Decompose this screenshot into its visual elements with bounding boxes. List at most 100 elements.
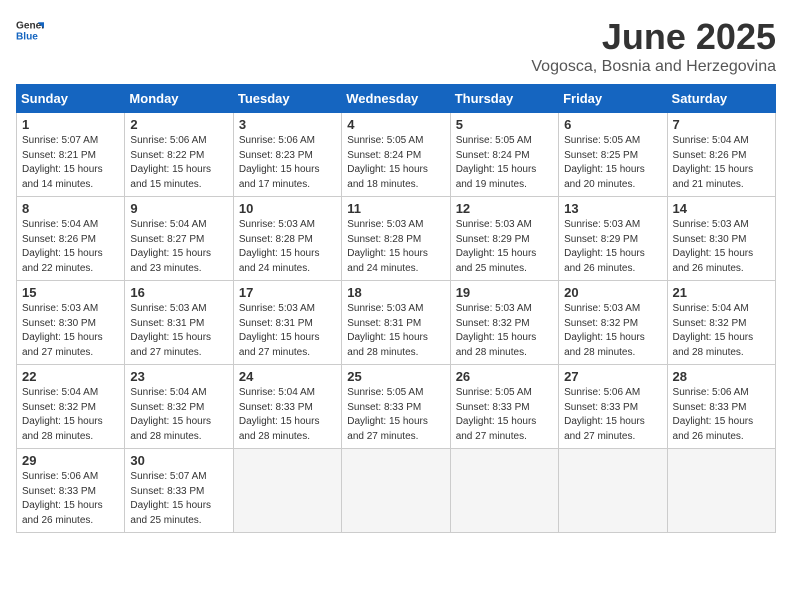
day-number: 21: [673, 285, 770, 300]
day-info: Sunrise: 5:04 AM Sunset: 8:27 PM Dayligh…: [130, 218, 227, 276]
day-info: Sunrise: 5:06 AM Sunset: 8:33 PM Dayligh…: [22, 470, 119, 528]
calendar-cell: 28 Sunrise: 5:06 AM Sunset: 8:33 PM Dayl…: [667, 365, 775, 449]
calendar-cell: 23 Sunrise: 5:04 AM Sunset: 8:32 PM Dayl…: [125, 365, 233, 449]
day-number: 26: [456, 369, 553, 384]
calendar-cell: 9 Sunrise: 5:04 AM Sunset: 8:27 PM Dayli…: [125, 197, 233, 281]
calendar-cell: 3 Sunrise: 5:06 AM Sunset: 8:23 PM Dayli…: [233, 113, 341, 197]
day-number: 1: [22, 117, 119, 132]
calendar-cell: 30 Sunrise: 5:07 AM Sunset: 8:33 PM Dayl…: [125, 449, 233, 533]
day-info: Sunrise: 5:05 AM Sunset: 8:24 PM Dayligh…: [456, 134, 553, 192]
day-info: Sunrise: 5:03 AM Sunset: 8:30 PM Dayligh…: [22, 302, 119, 360]
day-info: Sunrise: 5:04 AM Sunset: 8:26 PM Dayligh…: [22, 218, 119, 276]
day-info: Sunrise: 5:06 AM Sunset: 8:33 PM Dayligh…: [673, 386, 770, 444]
weekday-header-sunday: Sunday: [17, 85, 125, 113]
calendar-cell: 18 Sunrise: 5:03 AM Sunset: 8:31 PM Dayl…: [342, 281, 450, 365]
calendar-cell: 15 Sunrise: 5:03 AM Sunset: 8:30 PM Dayl…: [17, 281, 125, 365]
calendar-cell: 16 Sunrise: 5:03 AM Sunset: 8:31 PM Dayl…: [125, 281, 233, 365]
day-number: 17: [239, 285, 336, 300]
calendar-cell: 21 Sunrise: 5:04 AM Sunset: 8:32 PM Dayl…: [667, 281, 775, 365]
day-info: Sunrise: 5:03 AM Sunset: 8:28 PM Dayligh…: [239, 218, 336, 276]
calendar-week-row: 8 Sunrise: 5:04 AM Sunset: 8:26 PM Dayli…: [17, 197, 776, 281]
day-number: 28: [673, 369, 770, 384]
day-info: Sunrise: 5:04 AM Sunset: 8:32 PM Dayligh…: [22, 386, 119, 444]
calendar-cell: [667, 449, 775, 533]
day-number: 8: [22, 201, 119, 216]
calendar-cell: [342, 449, 450, 533]
day-number: 7: [673, 117, 770, 132]
calendar-cell: 24 Sunrise: 5:04 AM Sunset: 8:33 PM Dayl…: [233, 365, 341, 449]
calendar-cell: 20 Sunrise: 5:03 AM Sunset: 8:32 PM Dayl…: [559, 281, 667, 365]
day-info: Sunrise: 5:04 AM Sunset: 8:32 PM Dayligh…: [130, 386, 227, 444]
calendar-week-row: 15 Sunrise: 5:03 AM Sunset: 8:30 PM Dayl…: [17, 281, 776, 365]
calendar-cell: 5 Sunrise: 5:05 AM Sunset: 8:24 PM Dayli…: [450, 113, 558, 197]
day-info: Sunrise: 5:04 AM Sunset: 8:33 PM Dayligh…: [239, 386, 336, 444]
day-number: 2: [130, 117, 227, 132]
calendar-cell: [233, 449, 341, 533]
day-number: 3: [239, 117, 336, 132]
day-number: 15: [22, 285, 119, 300]
weekday-header-thursday: Thursday: [450, 85, 558, 113]
svg-text:Blue: Blue: [16, 31, 38, 42]
day-number: 18: [347, 285, 444, 300]
calendar-cell: 11 Sunrise: 5:03 AM Sunset: 8:28 PM Dayl…: [342, 197, 450, 281]
calendar-cell: 26 Sunrise: 5:05 AM Sunset: 8:33 PM Dayl…: [450, 365, 558, 449]
title-area: June 2025 Vogosca, Bosnia and Herzegovin…: [531, 16, 776, 76]
svg-text:General: General: [16, 20, 44, 31]
day-number: 20: [564, 285, 661, 300]
day-number: 22: [22, 369, 119, 384]
calendar-cell: 10 Sunrise: 5:03 AM Sunset: 8:28 PM Dayl…: [233, 197, 341, 281]
day-info: Sunrise: 5:05 AM Sunset: 8:33 PM Dayligh…: [456, 386, 553, 444]
day-info: Sunrise: 5:03 AM Sunset: 8:29 PM Dayligh…: [456, 218, 553, 276]
calendar-week-row: 29 Sunrise: 5:06 AM Sunset: 8:33 PM Dayl…: [17, 449, 776, 533]
weekday-header-monday: Monday: [125, 85, 233, 113]
weekday-header-tuesday: Tuesday: [233, 85, 341, 113]
header: General Blue June 2025 Vogosca, Bosnia a…: [16, 16, 776, 76]
day-info: Sunrise: 5:03 AM Sunset: 8:32 PM Dayligh…: [564, 302, 661, 360]
calendar-cell: 14 Sunrise: 5:03 AM Sunset: 8:30 PM Dayl…: [667, 197, 775, 281]
calendar-cell: 13 Sunrise: 5:03 AM Sunset: 8:29 PM Dayl…: [559, 197, 667, 281]
day-info: Sunrise: 5:06 AM Sunset: 8:23 PM Dayligh…: [239, 134, 336, 192]
day-number: 30: [130, 453, 227, 468]
weekday-header-wednesday: Wednesday: [342, 85, 450, 113]
month-title: June 2025: [531, 16, 776, 58]
day-number: 16: [130, 285, 227, 300]
day-info: Sunrise: 5:06 AM Sunset: 8:33 PM Dayligh…: [564, 386, 661, 444]
day-info: Sunrise: 5:05 AM Sunset: 8:24 PM Dayligh…: [347, 134, 444, 192]
calendar-cell: 19 Sunrise: 5:03 AM Sunset: 8:32 PM Dayl…: [450, 281, 558, 365]
day-info: Sunrise: 5:05 AM Sunset: 8:33 PM Dayligh…: [347, 386, 444, 444]
day-info: Sunrise: 5:04 AM Sunset: 8:32 PM Dayligh…: [673, 302, 770, 360]
logo: General Blue: [16, 16, 44, 44]
location-title: Vogosca, Bosnia and Herzegovina: [531, 58, 776, 76]
day-number: 24: [239, 369, 336, 384]
day-info: Sunrise: 5:03 AM Sunset: 8:28 PM Dayligh…: [347, 218, 444, 276]
day-info: Sunrise: 5:03 AM Sunset: 8:30 PM Dayligh…: [673, 218, 770, 276]
weekday-header-saturday: Saturday: [667, 85, 775, 113]
day-number: 19: [456, 285, 553, 300]
calendar-cell: 17 Sunrise: 5:03 AM Sunset: 8:31 PM Dayl…: [233, 281, 341, 365]
day-info: Sunrise: 5:03 AM Sunset: 8:32 PM Dayligh…: [456, 302, 553, 360]
calendar-cell: 8 Sunrise: 5:04 AM Sunset: 8:26 PM Dayli…: [17, 197, 125, 281]
day-number: 27: [564, 369, 661, 384]
day-number: 9: [130, 201, 227, 216]
calendar-cell: 27 Sunrise: 5:06 AM Sunset: 8:33 PM Dayl…: [559, 365, 667, 449]
day-number: 29: [22, 453, 119, 468]
calendar-cell: 12 Sunrise: 5:03 AM Sunset: 8:29 PM Dayl…: [450, 197, 558, 281]
day-number: 6: [564, 117, 661, 132]
calendar-cell: [450, 449, 558, 533]
weekday-header-friday: Friday: [559, 85, 667, 113]
day-info: Sunrise: 5:03 AM Sunset: 8:29 PM Dayligh…: [564, 218, 661, 276]
day-number: 10: [239, 201, 336, 216]
weekday-header-row: SundayMondayTuesdayWednesdayThursdayFrid…: [17, 85, 776, 113]
calendar-cell: 6 Sunrise: 5:05 AM Sunset: 8:25 PM Dayli…: [559, 113, 667, 197]
calendar-cell: 4 Sunrise: 5:05 AM Sunset: 8:24 PM Dayli…: [342, 113, 450, 197]
calendar-cell: [559, 449, 667, 533]
calendar-cell: 7 Sunrise: 5:04 AM Sunset: 8:26 PM Dayli…: [667, 113, 775, 197]
calendar-cell: 25 Sunrise: 5:05 AM Sunset: 8:33 PM Dayl…: [342, 365, 450, 449]
calendar-cell: 2 Sunrise: 5:06 AM Sunset: 8:22 PM Dayli…: [125, 113, 233, 197]
day-number: 23: [130, 369, 227, 384]
logo-icon: General Blue: [16, 16, 44, 44]
calendar-cell: 29 Sunrise: 5:06 AM Sunset: 8:33 PM Dayl…: [17, 449, 125, 533]
day-info: Sunrise: 5:05 AM Sunset: 8:25 PM Dayligh…: [564, 134, 661, 192]
day-info: Sunrise: 5:07 AM Sunset: 8:21 PM Dayligh…: [22, 134, 119, 192]
day-number: 25: [347, 369, 444, 384]
